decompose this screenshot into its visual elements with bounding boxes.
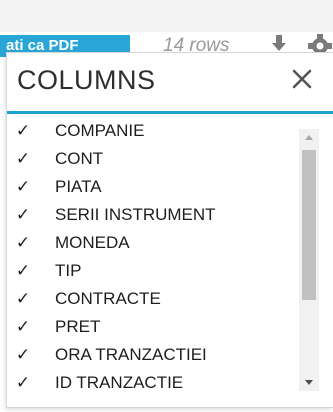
column-label: ORA TRANZACTIEI (55, 345, 207, 364)
column-item-moneda[interactable]: ✓ MONEDA (7, 231, 297, 255)
check-icon: ✓ (15, 261, 31, 280)
column-label: CONT (55, 149, 104, 168)
column-item-cont[interactable]: ✓ CONT (7, 147, 297, 171)
column-item-tip[interactable]: ✓ TIP (7, 259, 297, 283)
arrow-up-icon[interactable] (299, 129, 319, 145)
column-label: PIATA (55, 177, 102, 196)
column-item-pret[interactable]: ✓ PRET (7, 315, 297, 339)
check-icon: ✓ (15, 317, 31, 336)
check-icon: ✓ (15, 289, 31, 308)
columns-list: ✓ COMPANIE ✓ CONT ✓ PIATA ✓ SERII INSTRU… (7, 115, 297, 407)
column-label: TIP (55, 261, 82, 280)
column-item-id-tranzactie[interactable]: ✓ ID TRANZACTIE (7, 371, 297, 395)
close-icon[interactable] (289, 66, 315, 92)
column-item-piata[interactable]: ✓ PIATA (7, 175, 297, 199)
column-label: CONTRACTE (55, 289, 161, 308)
check-icon: ✓ (15, 373, 31, 392)
column-label: PRET (55, 317, 101, 336)
column-label: MONEDA (55, 233, 130, 252)
check-icon: ✓ (15, 233, 31, 252)
column-item-ora-tranzactiei[interactable]: ✓ ORA TRANZACTIEI (7, 343, 297, 367)
check-icon: ✓ (15, 205, 31, 224)
column-item-contracte[interactable]: ✓ CONTRACTE (7, 287, 297, 311)
column-label: SERII INSTRUMENT (55, 205, 216, 224)
popup-header: COLUMNS (7, 53, 333, 114)
column-label: COMPANIE (55, 121, 145, 140)
check-icon: ✓ (15, 149, 31, 168)
columns-popup: COLUMNS ✓ COMPANIE ✓ CONT ✓ PIATA ✓ SERI… (6, 52, 333, 408)
check-icon: ✓ (15, 177, 31, 196)
scrollbar[interactable] (299, 129, 319, 391)
column-label: ID TRANZACTIE (55, 373, 184, 392)
popup-title: COLUMNS (17, 65, 156, 95)
column-item-companie[interactable]: ✓ COMPANIE (7, 119, 297, 143)
column-item-serii-instrument[interactable]: ✓ SERII INSTRUMENT (7, 203, 297, 227)
check-icon: ✓ (15, 345, 31, 364)
top-strip (0, 0, 333, 32)
scroll-thumb[interactable] (302, 150, 316, 300)
arrow-down-icon[interactable] (299, 375, 319, 391)
check-icon: ✓ (15, 121, 31, 140)
